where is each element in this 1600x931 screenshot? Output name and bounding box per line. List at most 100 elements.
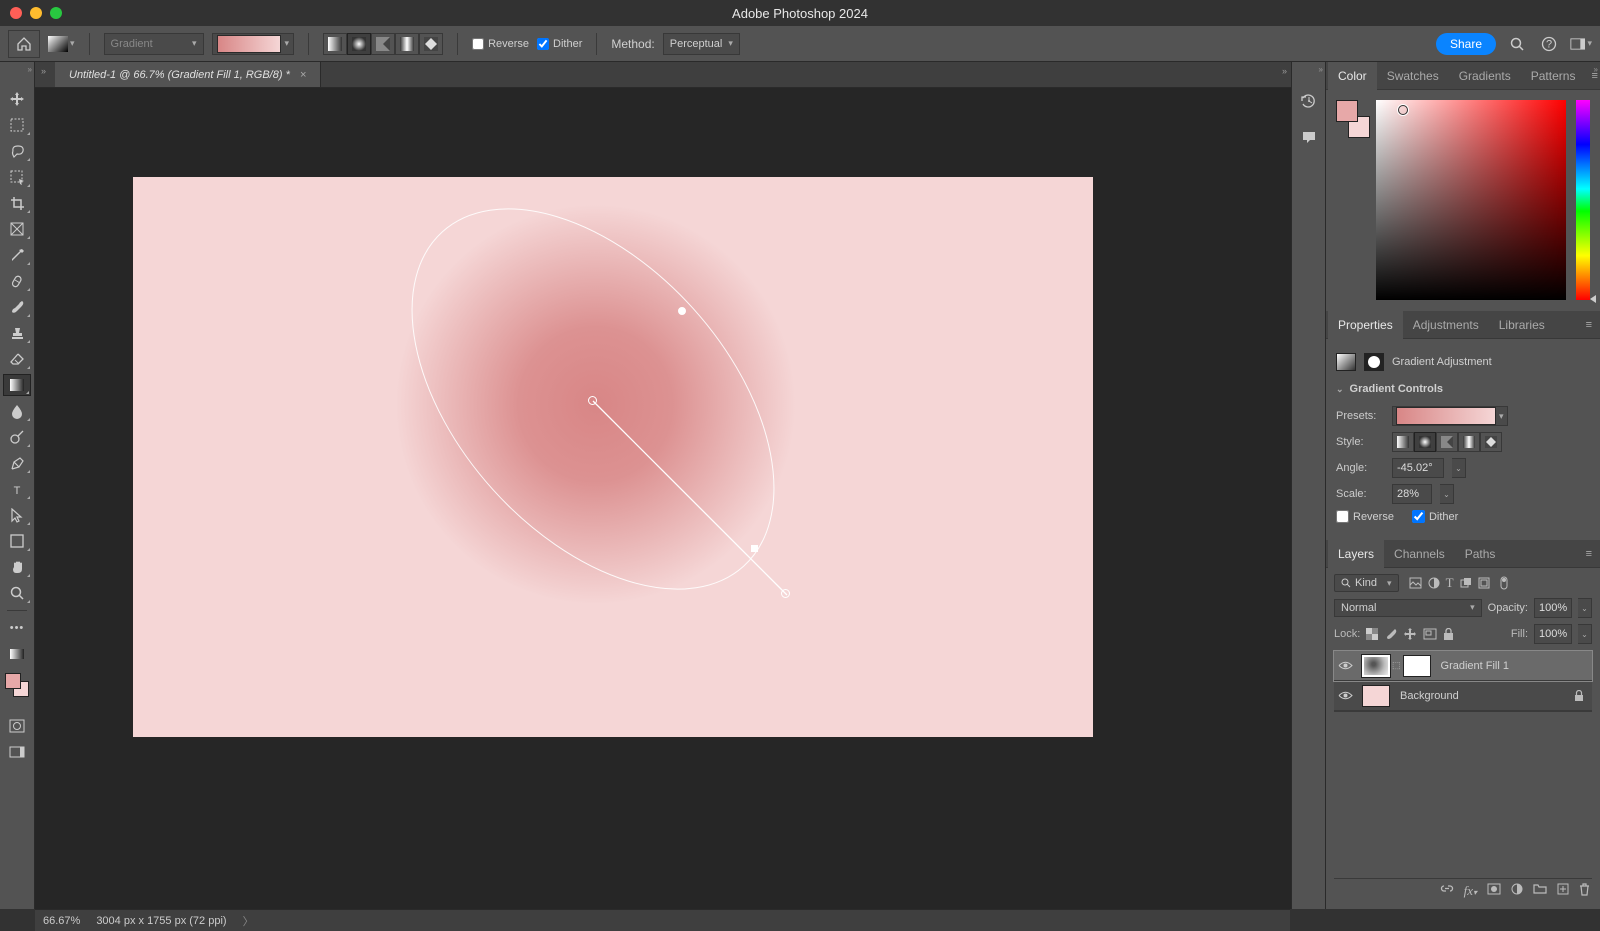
method-dropdown[interactable]: Perceptual▾ — [663, 33, 740, 55]
crop-tool[interactable] — [3, 192, 31, 214]
artboard[interactable] — [133, 177, 1093, 737]
gradient-controls-section-toggle[interactable]: ⌄ Gradient Controls — [1336, 381, 1590, 403]
tab-adjustments[interactable]: Adjustments — [1403, 311, 1489, 339]
tab-swatches[interactable]: Swatches — [1377, 62, 1449, 90]
type-tool[interactable]: T — [3, 478, 31, 500]
expand-icon[interactable]: » — [28, 65, 32, 74]
stamp-tool[interactable] — [3, 322, 31, 344]
prop-style-radial[interactable] — [1414, 432, 1436, 452]
zoom-level[interactable]: 66.67% — [43, 915, 80, 927]
document-tab[interactable]: Untitled-1 @ 66.7% (Gradient Fill 1, RGB… — [55, 62, 321, 87]
lock-all-button[interactable] — [1443, 628, 1454, 641]
home-button[interactable] — [8, 30, 40, 58]
healing-tool[interactable] — [3, 270, 31, 292]
tab-channels[interactable]: Channels — [1384, 540, 1455, 568]
new-group-button[interactable] — [1533, 883, 1547, 899]
lock-image-button[interactable] — [1385, 628, 1398, 641]
angle-stepper[interactable]: ⌄ — [1452, 458, 1466, 478]
history-panel-icon[interactable] — [1298, 90, 1320, 112]
dither-checkbox[interactable]: Dither — [537, 38, 582, 50]
gradient-style-diamond[interactable] — [419, 33, 443, 55]
maximize-window-button[interactable] — [50, 7, 62, 19]
path-selection-tool[interactable] — [3, 504, 31, 526]
layer-mask-thumbnail[interactable] — [1403, 655, 1431, 677]
layer-filter-kind[interactable]: Kind▾ — [1334, 574, 1399, 592]
layer-name[interactable]: Background — [1396, 690, 1459, 702]
expand-arrows-icon[interactable]: » — [41, 66, 46, 76]
filter-shape-icon[interactable] — [1460, 577, 1472, 589]
filter-type-icon[interactable]: T — [1446, 575, 1454, 591]
color-swatches-tool[interactable] — [5, 673, 29, 697]
layer-thumbnail[interactable] — [1362, 655, 1390, 677]
gradient-style-reflected[interactable] — [395, 33, 419, 55]
tab-libraries[interactable]: Libraries — [1489, 311, 1555, 339]
tab-layers[interactable]: Layers — [1328, 540, 1384, 568]
zoom-tool[interactable] — [3, 582, 31, 604]
lasso-tool[interactable] — [3, 140, 31, 162]
opacity-input[interactable]: 100% — [1534, 598, 1572, 618]
color-fg-bg-swatches[interactable] — [1336, 100, 1366, 130]
layer-visibility-toggle[interactable] — [1338, 660, 1356, 671]
close-window-button[interactable] — [10, 7, 22, 19]
scale-input[interactable]: 28% — [1392, 484, 1432, 504]
filter-toggle[interactable] — [1500, 576, 1508, 590]
gradient-style-angle[interactable] — [371, 33, 395, 55]
blend-mode-dropdown[interactable]: Normal▾ — [1334, 599, 1482, 617]
prop-style-diamond[interactable] — [1480, 432, 1502, 452]
dodge-tool[interactable] — [3, 426, 31, 448]
layer-row[interactable]: ⬚ Gradient Fill 1 — [1334, 651, 1592, 681]
tab-properties[interactable]: Properties — [1328, 311, 1403, 339]
hand-tool[interactable] — [3, 556, 31, 578]
gradient-end-handle[interactable] — [781, 589, 790, 598]
selection-tool[interactable] — [3, 166, 31, 188]
prop-dither-checkbox[interactable]: Dither — [1412, 510, 1458, 523]
lock-position-button[interactable] — [1404, 628, 1417, 641]
tab-patterns[interactable]: Patterns — [1521, 62, 1586, 90]
tab-gradients[interactable]: Gradients — [1449, 62, 1521, 90]
gradient-mode-icon[interactable] — [3, 643, 31, 665]
minimize-window-button[interactable] — [30, 7, 42, 19]
layer-thumbnail[interactable] — [1362, 685, 1390, 707]
fill-input[interactable]: 100% — [1534, 624, 1572, 644]
layer-visibility-toggle[interactable] — [1338, 690, 1356, 701]
gradient-style-radial[interactable] — [347, 33, 371, 55]
hue-slider-handle[interactable] — [1590, 295, 1596, 303]
adjustment-layer-button[interactable] — [1511, 883, 1523, 899]
edit-toolbar-button[interactable]: ••• — [3, 617, 31, 639]
expand-icon[interactable]: » — [1319, 65, 1323, 74]
delete-layer-button[interactable] — [1579, 883, 1590, 899]
lock-transparency-button[interactable] — [1366, 628, 1379, 641]
panel-menu-button[interactable]: ≡ — [1580, 319, 1598, 331]
hue-slider[interactable] — [1576, 100, 1590, 300]
filter-adjustment-icon[interactable] — [1428, 577, 1440, 589]
scale-stepper[interactable]: ⌄ — [1440, 484, 1454, 504]
layer-link-icon[interactable]: ⬚ — [1392, 660, 1401, 671]
pen-tool[interactable] — [3, 452, 31, 474]
lock-artboard-button[interactable] — [1423, 628, 1437, 640]
eraser-tool[interactable] — [3, 348, 31, 370]
status-info-menu[interactable]: 〉 — [243, 913, 254, 929]
tab-color[interactable]: Color — [1328, 62, 1377, 90]
frame-tool[interactable] — [3, 218, 31, 240]
gradient-preset-dropdown[interactable]: Gradient ▾ — [104, 33, 204, 55]
comments-panel-icon[interactable] — [1298, 126, 1320, 148]
layer-style-button[interactable]: fx▾ — [1464, 883, 1477, 899]
close-tab-button[interactable]: × — [300, 69, 306, 81]
gradient-tool[interactable] — [3, 374, 31, 396]
link-layers-button[interactable] — [1440, 883, 1454, 899]
gradient-mid-handle[interactable] — [751, 545, 758, 552]
opacity-stepper[interactable]: ⌄ — [1578, 598, 1592, 618]
expand-arrows-icon[interactable]: » — [1282, 66, 1287, 76]
prop-style-linear[interactable] — [1392, 432, 1414, 452]
search-button[interactable] — [1506, 33, 1528, 55]
move-tool[interactable] — [3, 88, 31, 110]
brush-tool[interactable] — [3, 296, 31, 318]
layer-row[interactable]: Background — [1334, 681, 1592, 711]
new-layer-button[interactable] — [1557, 883, 1569, 899]
gradient-width-handle[interactable] — [678, 307, 686, 315]
filter-smart-icon[interactable] — [1478, 577, 1490, 589]
gradient-editor-button[interactable]: ▾ — [212, 33, 295, 55]
prop-style-angle[interactable] — [1436, 432, 1458, 452]
tab-paths[interactable]: Paths — [1455, 540, 1506, 568]
gradient-start-handle[interactable] — [588, 396, 597, 405]
